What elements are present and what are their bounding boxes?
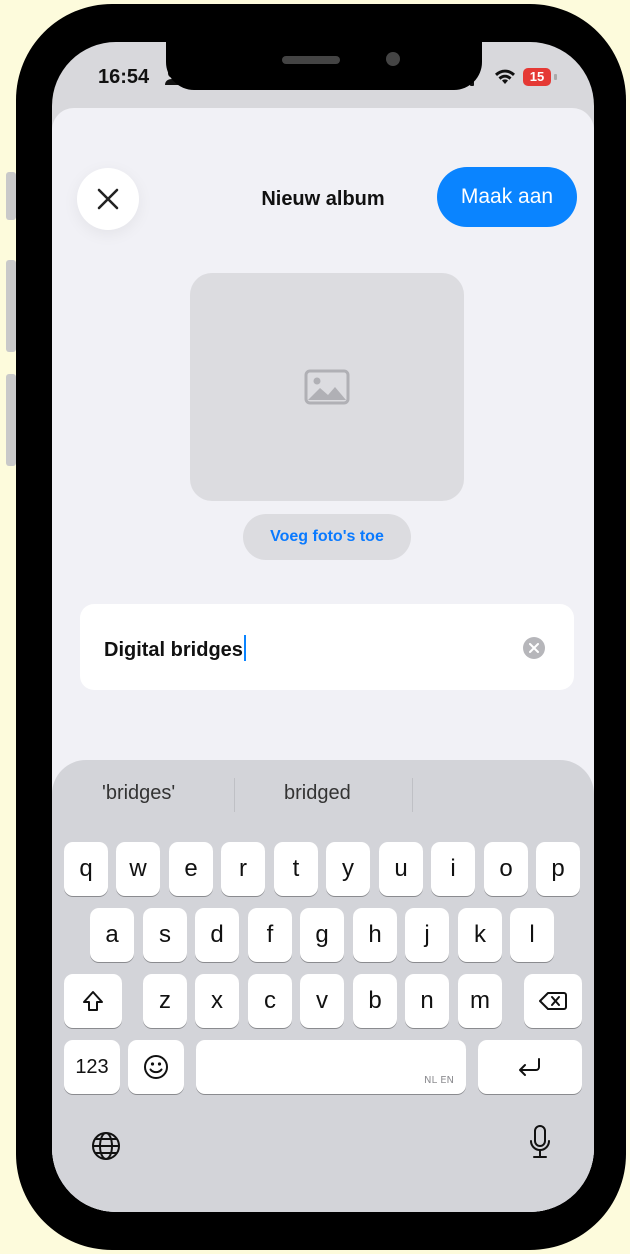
suggestion-divider — [234, 778, 235, 812]
mute-switch — [6, 172, 16, 220]
key[interactable]: e — [169, 842, 213, 896]
key[interactable]: o — [484, 842, 528, 896]
keyboard: 'bridges' bridged q w e r t y u i o p a … — [52, 760, 594, 1212]
album-name-value: Digital bridges — [104, 635, 246, 662]
add-photos-button[interactable]: Voeg foto's toe — [243, 514, 411, 560]
speaker-grille — [282, 56, 340, 64]
screen: 16:54 15 Nieuw album Maak aan Voeg foto'… — [52, 42, 594, 1212]
battery-indicator: 15 — [523, 68, 551, 86]
key[interactable]: g — [300, 908, 344, 962]
create-button[interactable]: Maak aan — [437, 167, 577, 227]
globe-icon[interactable] — [90, 1130, 122, 1162]
key-row-1: q w e r t y u i o p — [52, 842, 594, 898]
key[interactable]: p — [536, 842, 580, 896]
text-caret — [243, 635, 246, 661]
key[interactable]: m — [458, 974, 502, 1028]
key[interactable]: x — [195, 974, 239, 1028]
key[interactable]: y — [326, 842, 370, 896]
key[interactable]: q — [64, 842, 108, 896]
suggestion-divider — [412, 778, 413, 812]
key[interactable]: n — [405, 974, 449, 1028]
wifi-icon — [495, 69, 515, 84]
key[interactable]: w — [116, 842, 160, 896]
key[interactable]: b — [353, 974, 397, 1028]
volume-down-button — [6, 374, 16, 466]
return-icon — [519, 1058, 540, 1076]
suggestion-2[interactable]: bridged — [284, 782, 351, 805]
key-row-4: 123 NL EN — [52, 1040, 594, 1096]
key[interactable]: t — [274, 842, 318, 896]
emoji-key[interactable] — [128, 1040, 184, 1094]
album-name-input[interactable]: Digital bridges — [80, 604, 574, 690]
backspace-icon — [539, 992, 567, 1010]
battery-tip — [554, 74, 557, 80]
key[interactable]: u — [379, 842, 423, 896]
key-row-3: z x c v b n m — [52, 974, 594, 1030]
suggestion-1[interactable]: 'bridges' — [102, 782, 175, 805]
key[interactable]: i — [431, 842, 475, 896]
space-language-label: NL EN — [423, 1075, 454, 1086]
key-row-2: a s d f g h j k l — [52, 908, 594, 964]
emoji-icon — [144, 1055, 168, 1079]
notch — [166, 42, 482, 90]
numbers-key[interactable]: 123 — [64, 1040, 120, 1094]
phone-frame: 16:54 15 Nieuw album Maak aan Voeg foto'… — [16, 4, 626, 1250]
status-time: 16:54 — [98, 66, 150, 88]
mic-icon[interactable] — [528, 1124, 552, 1162]
key[interactable]: f — [248, 908, 292, 962]
album-cover-placeholder[interactable] — [190, 273, 464, 501]
clear-button[interactable] — [523, 637, 545, 659]
image-placeholder-icon — [304, 369, 350, 405]
return-key[interactable] — [478, 1040, 582, 1094]
key[interactable]: j — [405, 908, 449, 962]
keyboard-bottom-bar — [52, 1110, 594, 1180]
key[interactable]: s — [143, 908, 187, 962]
key[interactable]: d — [195, 908, 239, 962]
suggestion-bar: 'bridges' bridged — [52, 760, 594, 826]
space-key[interactable]: NL EN — [196, 1040, 466, 1094]
shift-icon — [83, 991, 103, 1011]
key[interactable]: l — [510, 908, 554, 962]
key[interactable]: k — [458, 908, 502, 962]
key[interactable]: c — [248, 974, 292, 1028]
shift-key[interactable] — [64, 974, 122, 1028]
key[interactable]: a — [90, 908, 134, 962]
volume-up-button — [6, 260, 16, 352]
clear-icon — [529, 643, 539, 653]
backspace-key[interactable] — [524, 974, 582, 1028]
front-camera — [386, 52, 400, 66]
key[interactable]: r — [221, 842, 265, 896]
key[interactable]: z — [143, 974, 187, 1028]
key[interactable]: v — [300, 974, 344, 1028]
key[interactable]: h — [353, 908, 397, 962]
